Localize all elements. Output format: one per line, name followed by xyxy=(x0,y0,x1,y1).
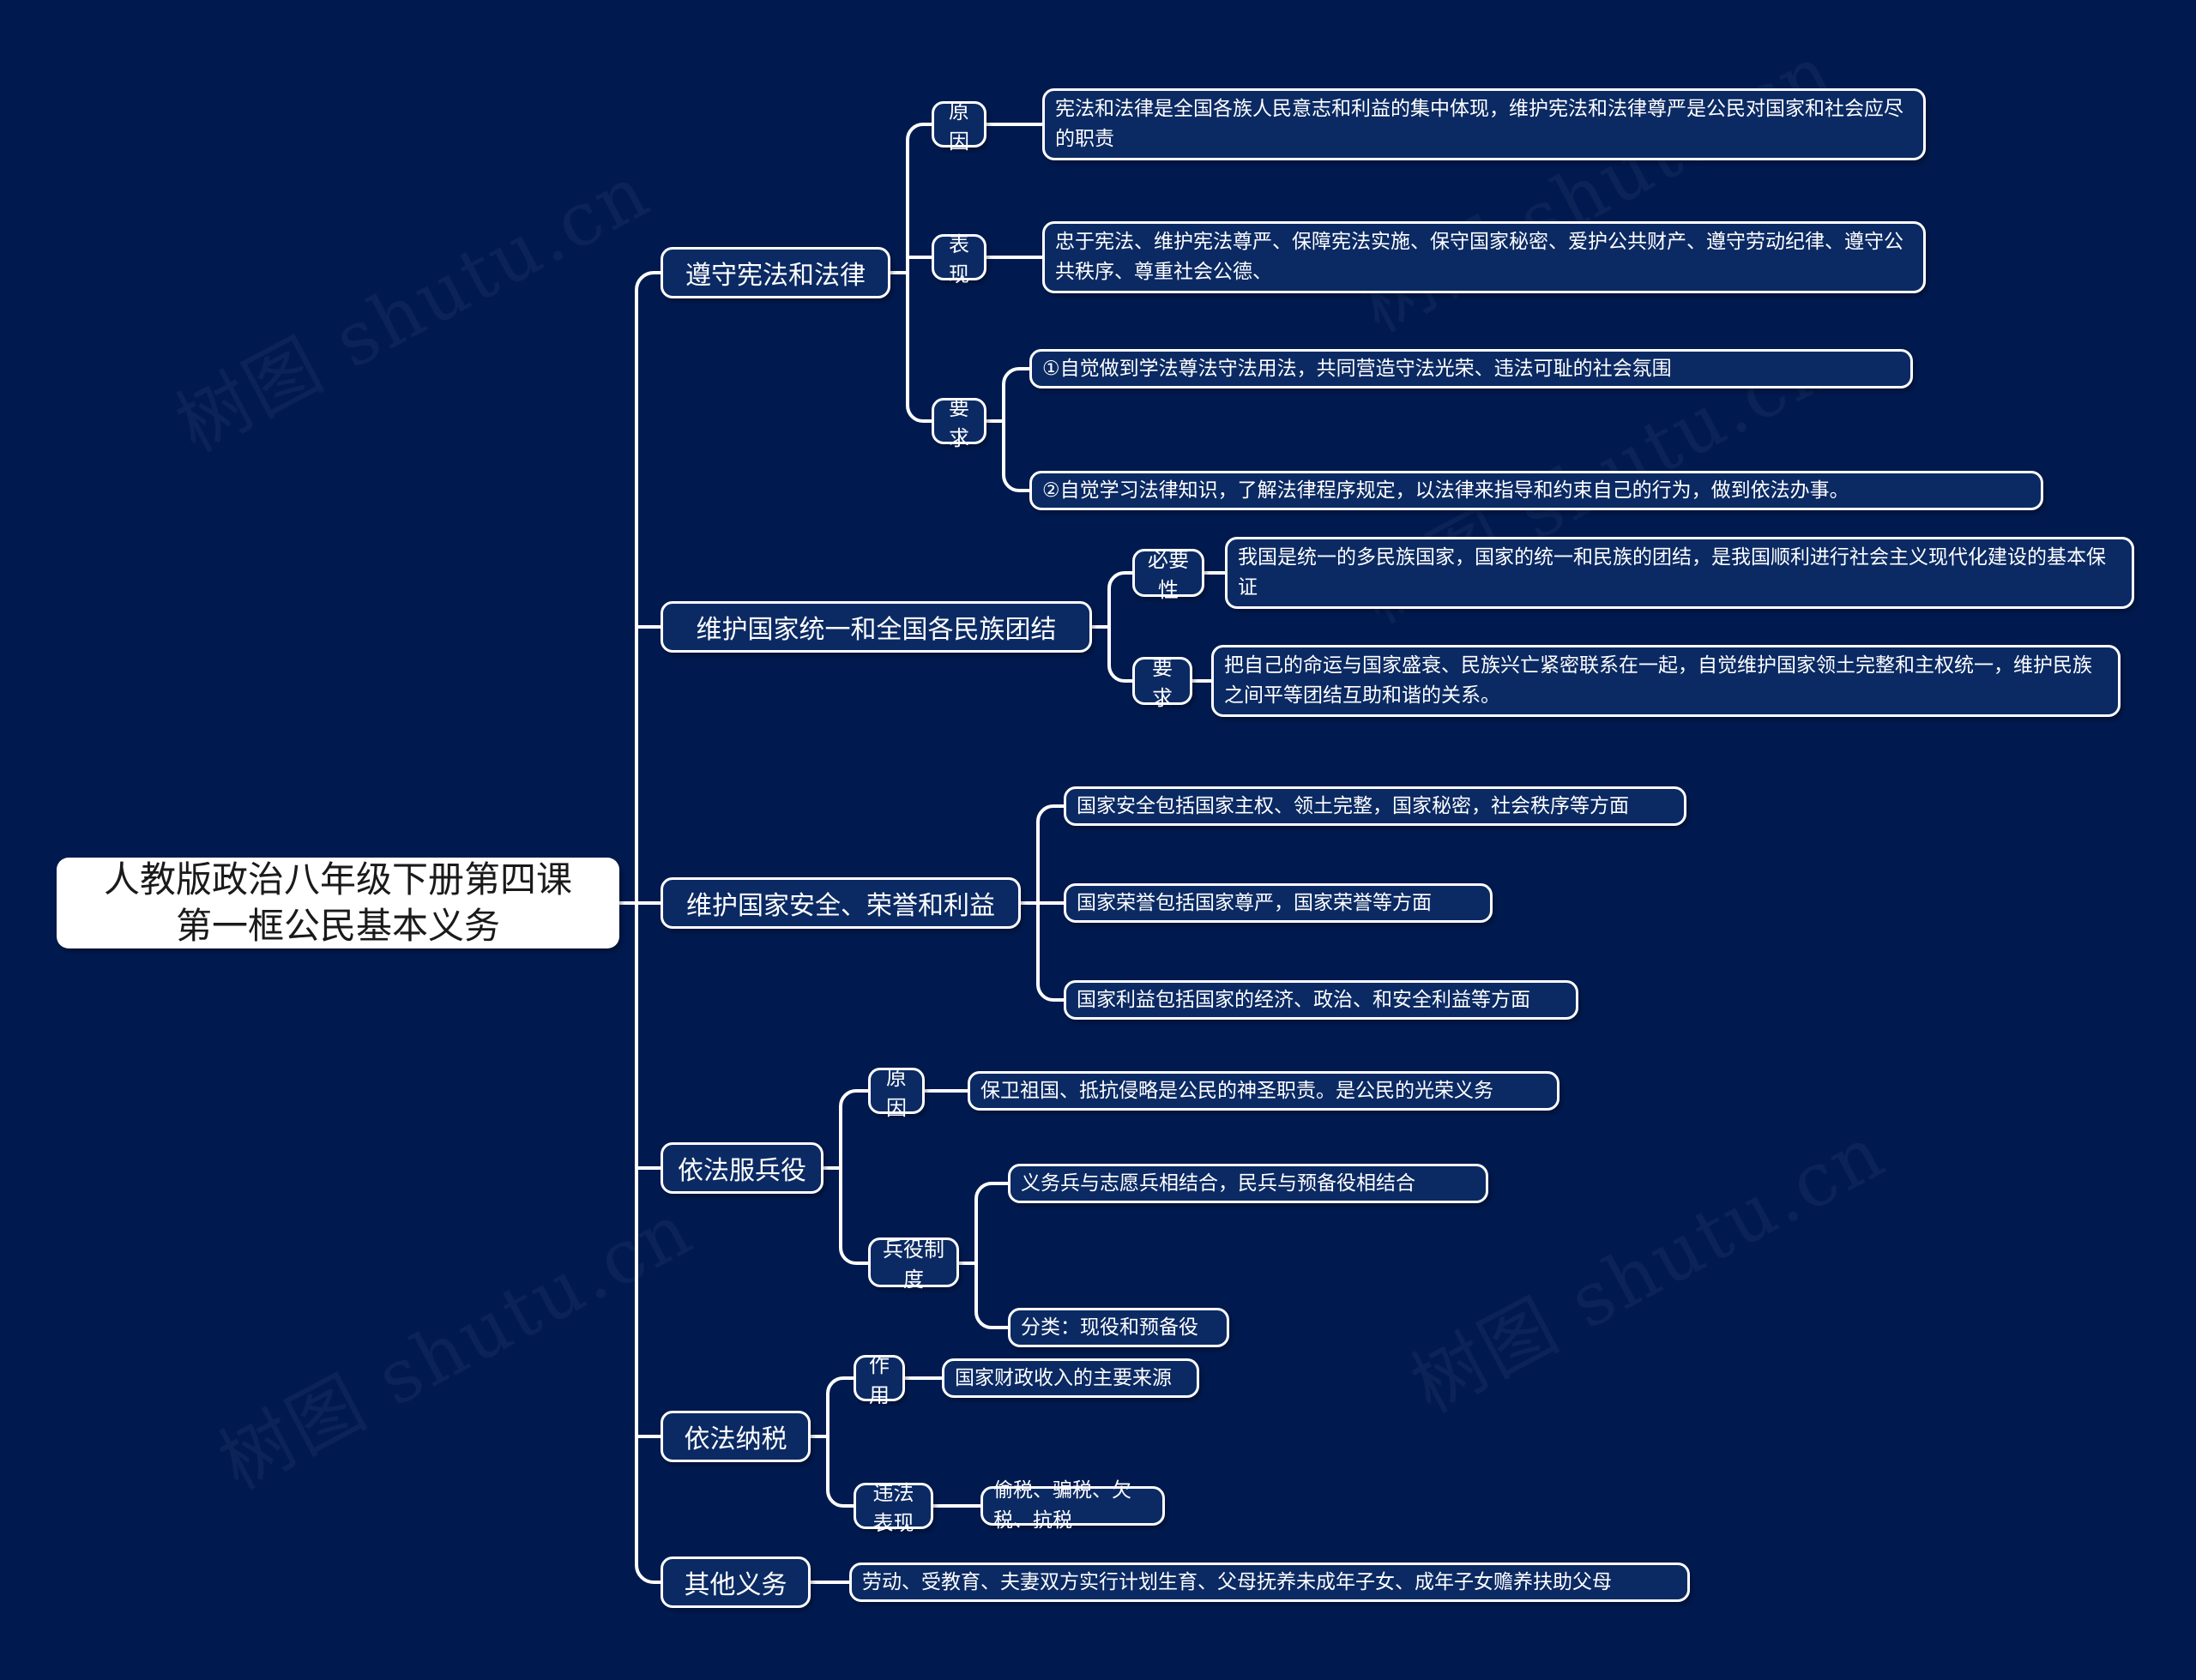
sub-node-yuanyin-2[interactable]: 原因 xyxy=(868,1066,925,1120)
leaf-node[interactable]: 义务兵与志愿兵相结合，民兵与预备役相结合 xyxy=(1008,1164,1488,1203)
watermark-text: 树图 shutu.cn xyxy=(197,1171,709,1510)
leaf-node[interactable]: 我国是统一的多民族国家，国家的统一和民族的团结，是我国顺利进行社会主义现代化建设… xyxy=(1225,537,2134,609)
leaf-node[interactable]: 偷税、骗税、欠税、抗税 xyxy=(980,1479,1165,1532)
leaf-node[interactable]: 国家利益包括国家的经济、政治、和安全利益等方面 xyxy=(1064,980,1578,1020)
leaf-node[interactable]: ②自觉学习法律知识，了解法律程序规定，以法律来指导和约束自己的行为，做到依法办事… xyxy=(1029,471,2043,510)
leaf-text: 国家利益包括国家的经济、政治、和安全利益等方面 xyxy=(1077,988,1530,1011)
branch-label: 遵守宪法和法律 xyxy=(685,261,866,291)
leaf-text: 劳动、受教育、夫妻双方实行计划生育、父母抚养未成年子女、成年子女赡养扶助父母 xyxy=(862,1570,1612,1593)
leaf-text: 义务兵与志愿兵相结合，民兵与预备役相结合 xyxy=(1021,1171,1415,1195)
sub-node-label: 作用 xyxy=(869,1353,890,1407)
leaf-node[interactable]: 分类：现役和预备役 xyxy=(1008,1308,1229,1347)
sub-node-label: 要求 xyxy=(1152,656,1173,710)
branch-label: 依法服兵役 xyxy=(678,1156,806,1186)
watermark-text: 树图 shutu.cn xyxy=(154,133,666,473)
watermark-text: 树图 shutu.cn xyxy=(1338,13,1849,352)
mindmap-canvas: 树图 shutu.cn 树图 shutu.cn 树图 shutu.cn 树图 s… xyxy=(0,0,2196,1680)
sub-node-label: 表现 xyxy=(949,232,969,286)
leaf-text: 国家财政收入的主要来源 xyxy=(955,1366,1172,1389)
leaf-text: 偷税、骗税、欠税、抗税 xyxy=(993,1479,1131,1532)
root-label: 人教版政治八年级下册第四课 第一框公民基本义务 xyxy=(103,858,572,947)
branch-node-qita-yiwu[interactable]: 其他义务 xyxy=(661,1557,811,1608)
leaf-text: ②自觉学习法律知识，了解法律程序规定，以法律来指导和约束自己的行为，做到依法办事… xyxy=(1042,479,1849,502)
leaf-node[interactable]: 宪法和法律是全国各族人民意志和利益的集中体现，维护宪法和法律尊严是公民对国家和社… xyxy=(1042,88,1926,160)
branch-node-yifa-fu-bingyi[interactable]: 依法服兵役 xyxy=(661,1142,824,1194)
leaf-text: 宪法和法律是全国各族人民意志和利益的集中体现，维护宪法和法律尊严是公民对国家和社… xyxy=(1055,98,1903,150)
leaf-node[interactable]: 忠于宪法、维护宪法尊严、保障宪法实施、保守国家秘密、爱护公共财产、遵守劳动纪律、… xyxy=(1042,221,1926,293)
branch-label: 维护国家安全、荣誉和利益 xyxy=(686,891,995,921)
sub-node-yuanyin-1[interactable]: 原因 xyxy=(932,99,986,154)
sub-node-label: 兵役制度 xyxy=(883,1237,944,1292)
branch-label: 其他义务 xyxy=(684,1570,787,1600)
branch-label: 依法纳税 xyxy=(684,1424,787,1454)
sub-node-zuoyong[interactable]: 作用 xyxy=(854,1353,905,1407)
leaf-node[interactable]: 国家荣誉包括国家尊严，国家荣誉等方面 xyxy=(1064,883,1493,923)
leaf-text: 分类：现役和预备役 xyxy=(1021,1316,1198,1339)
branch-label: 维护国家统一和全国各民族团结 xyxy=(696,615,1057,645)
watermark-text: 树图 shutu.cn xyxy=(1390,1093,1901,1433)
leaf-text: 忠于宪法、维护宪法尊严、保障宪法实施、保守国家秘密、爱护公共财产、遵守劳动纪律、… xyxy=(1055,231,1903,283)
sub-node-label: 必要性 xyxy=(1148,548,1189,602)
sub-node-biaoxian-1[interactable]: 表现 xyxy=(932,232,986,286)
branch-node-weihu-guojia-anquan[interactable]: 维护国家安全、荣誉和利益 xyxy=(661,877,1021,929)
leaf-text: 保卫祖国、抵抗侵略是公民的神圣职责。是公民的光荣义务 xyxy=(980,1079,1493,1102)
sub-node-label: 原因 xyxy=(949,99,969,154)
sub-node-weifa-biaoxian[interactable]: 违法表现 xyxy=(854,1481,933,1535)
leaf-text: ①自觉做到学法尊法守法用法，共同营造守法光荣、违法可耻的社会氛围 xyxy=(1042,357,1672,380)
leaf-node[interactable]: 把自己的命运与国家盛衰、民族兴亡紧密联系在一起，自觉维护国家领土完整和主权统一，… xyxy=(1211,645,2121,717)
leaf-node[interactable]: 保卫祖国、抵抗侵略是公民的神圣职责。是公民的光荣义务 xyxy=(968,1071,1560,1111)
sub-node-label: 原因 xyxy=(886,1066,907,1120)
leaf-node[interactable]: 国家安全包括国家主权、领土完整，国家秘密，社会秩序等方面 xyxy=(1064,786,1686,826)
leaf-text: 把自己的命运与国家盛衰、民族兴亡紧密联系在一起，自觉维护国家领土完整和主权统一，… xyxy=(1224,654,2092,707)
sub-node-label: 要求 xyxy=(949,396,969,450)
branch-node-zunshou-xianfa-he-falv[interactable]: 遵守宪法和法律 xyxy=(661,247,890,298)
sub-node-biyaoxing[interactable]: 必要性 xyxy=(1132,548,1204,602)
leaf-text: 国家安全包括国家主权、领土完整，国家秘密，社会秩序等方面 xyxy=(1077,794,1629,817)
sub-node-yaoqiu-2[interactable]: 要求 xyxy=(1132,656,1192,710)
sub-node-yaoqiu-1[interactable]: 要求 xyxy=(932,396,986,450)
leaf-node[interactable]: ①自觉做到学法尊法守法用法，共同营造守法光荣、违法可耻的社会氛围 xyxy=(1029,349,1913,388)
leaf-node[interactable]: 国家财政收入的主要来源 xyxy=(942,1358,1199,1398)
leaf-node[interactable]: 劳动、受教育、夫妻双方实行计划生育、父母抚养未成年子女、成年子女赡养扶助父母 xyxy=(849,1563,1690,1602)
leaf-text: 我国是统一的多民族国家，国家的统一和民族的团结，是我国顺利进行社会主义现代化建设… xyxy=(1238,546,2106,599)
leaf-text: 国家荣誉包括国家尊严，国家荣誉等方面 xyxy=(1077,891,1432,914)
sub-node-label: 违法表现 xyxy=(872,1481,914,1535)
sub-node-bingyi-zhidu[interactable]: 兵役制度 xyxy=(868,1237,959,1292)
branch-node-yifa-nashui[interactable]: 依法纳税 xyxy=(661,1411,811,1462)
root-node[interactable]: 人教版政治八年级下册第四课 第一框公民基本义务 xyxy=(57,858,619,948)
branch-node-weihu-guojia-tongyi[interactable]: 维护国家统一和全国各民族团结 xyxy=(661,601,1092,653)
